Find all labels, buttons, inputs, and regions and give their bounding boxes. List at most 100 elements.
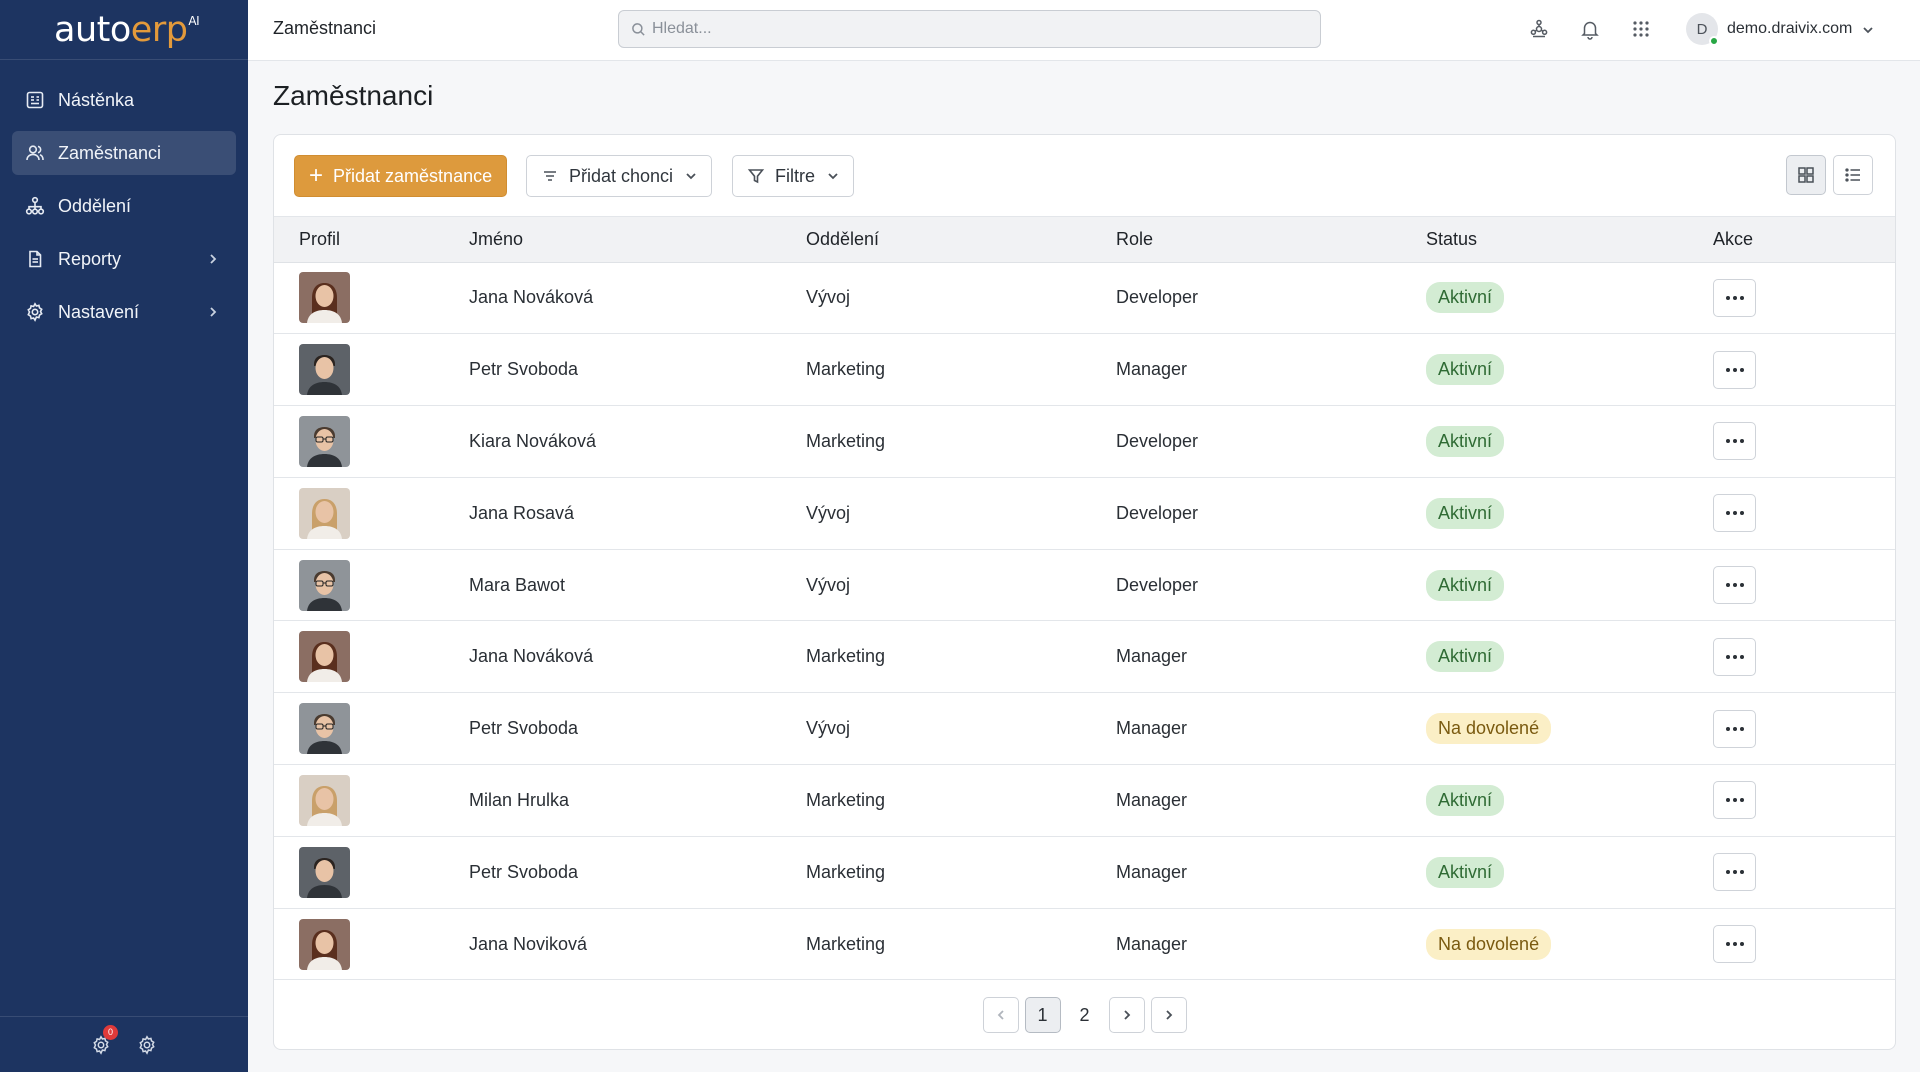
row-actions-button[interactable] (1713, 853, 1756, 892)
column-header-profile[interactable]: Profil (274, 217, 469, 262)
search-input[interactable] (652, 20, 1252, 38)
sidebar-item-label: Nástěnka (58, 89, 135, 110)
filter-button[interactable]: Filtre (732, 155, 854, 197)
table-body: Jana Nováková Vývoj Developer Aktivní Petr S… (274, 262, 1895, 980)
list-view-button[interactable] (1833, 155, 1873, 195)
sidebar: autoerpAI Nástěnka Zaměstnanci Oddělení … (0, 0, 248, 1072)
row-actions-button[interactable] (1713, 781, 1756, 820)
prev-page-button[interactable] (982, 997, 1019, 1033)
row-actions-button[interactable] (1713, 494, 1756, 533)
toolbar: + Přidat zaměstnance Přidat chonci Filtr… (274, 135, 1895, 217)
row-actions-button[interactable] (1713, 925, 1756, 964)
avatar[interactable] (299, 631, 350, 683)
status-badge: Aktivní (1426, 497, 1505, 529)
name-cell: Jana Nováková (469, 646, 594, 667)
settings-button[interactable] (135, 1033, 159, 1057)
avatar-initial: D (1696, 20, 1708, 38)
avatar[interactable] (299, 272, 350, 324)
sidebar-item-reports[interactable]: Reporty (12, 237, 236, 281)
sidebar-item-dashboard[interactable]: Nástěnka (12, 78, 236, 122)
avatar: D (1686, 13, 1719, 46)
online-status-dot (1709, 36, 1719, 46)
avatar[interactable] (299, 344, 350, 396)
apps-button[interactable] (1629, 17, 1653, 41)
avatar[interactable] (299, 703, 350, 755)
table-row[interactable]: Kiara Nováková Marketing Developer Aktivní (274, 406, 1895, 478)
status-cell: Aktivní (1426, 621, 1713, 693)
sort-button[interactable]: Přidat chonci (526, 155, 713, 197)
row-actions-button[interactable] (1713, 278, 1756, 317)
user-menu[interactable]: D demo.draivix.com (1686, 12, 1874, 46)
row-actions-button[interactable] (1713, 709, 1756, 748)
actions-cell (1713, 693, 1895, 765)
more-icon (1725, 726, 1744, 731)
sidebar-item-departments[interactable]: Oddělení (12, 184, 236, 228)
more-icon (1725, 439, 1744, 444)
more-icon (1725, 942, 1744, 947)
column-header-name[interactable]: Jméno (469, 217, 806, 262)
logo-text: autoerpAI (54, 10, 200, 50)
actions-cell (1713, 262, 1895, 334)
table-row[interactable]: Jana Noviková Marketing Manager Na dovolené (274, 908, 1895, 980)
role-cell: Manager (1116, 861, 1188, 882)
department-cell: Vývoj (806, 287, 851, 308)
apps-grid-icon (1633, 21, 1649, 37)
table-row[interactable]: Jana Nováková Marketing Manager Aktivní (274, 621, 1895, 693)
table-row[interactable]: Jana Rosavá Vývoj Developer Aktivní (274, 477, 1895, 550)
table-row[interactable]: Mara Bawot Vývoj Developer Aktivní (274, 549, 1895, 621)
next-page-button[interactable] (1108, 997, 1145, 1033)
page-button[interactable]: 2 (1066, 997, 1103, 1033)
table-row[interactable]: Petr Svoboda Marketing Manager Aktivní (274, 836, 1895, 909)
department-cell: Marketing (806, 646, 886, 667)
chevron-down-icon (827, 166, 839, 187)
row-actions-button[interactable] (1713, 566, 1756, 605)
column-header-department[interactable]: Oddělení (806, 217, 1116, 262)
avatar[interactable] (299, 559, 350, 611)
page-button[interactable]: 1 (1024, 997, 1061, 1033)
avatar[interactable] (299, 918, 350, 970)
column-header-role[interactable]: Role (1116, 217, 1426, 262)
avatar[interactable] (299, 415, 350, 467)
name-cell: Milan Hrulka (469, 789, 570, 810)
department-cell: Marketing (806, 430, 886, 451)
department-cell: Vývoj (806, 574, 851, 595)
filter-icon (747, 169, 765, 184)
sidebar-item-employees[interactable]: Zaměstnanci (12, 131, 236, 175)
header-title: Zaměstnanci (273, 18, 377, 38)
row-actions-button[interactable] (1713, 637, 1756, 676)
table-row[interactable]: Petr Svoboda Vývoj Manager Na dovolené (274, 693, 1895, 765)
sidebar-item-settings[interactable]: Nastavení (12, 290, 236, 334)
grid-view-button[interactable] (1786, 155, 1826, 195)
profile-cell (274, 262, 469, 334)
avatar[interactable] (299, 846, 350, 898)
notification-settings-button[interactable]: 0 (89, 1024, 118, 1057)
sidebar-nav: Nástěnka Zaměstnanci Oddělení Reporty Na… (0, 60, 248, 334)
avatar[interactable] (299, 774, 350, 826)
row-actions-button[interactable] (1713, 422, 1756, 461)
profile-cell (274, 908, 469, 980)
table-row[interactable]: Petr Svoboda Marketing Manager Aktivní (274, 334, 1895, 406)
gear-icon (24, 301, 46, 323)
avatar[interactable] (299, 487, 350, 539)
last-page-button[interactable] (1150, 997, 1187, 1033)
table-row[interactable]: Jana Nováková Vývoj Developer Aktivní (274, 262, 1895, 334)
column-header-status[interactable]: Status (1426, 217, 1713, 262)
column-header-actions: Akce (1713, 228, 1754, 249)
status-cell: Aktivní (1426, 765, 1713, 837)
ai-assistant-button[interactable] (1527, 17, 1551, 41)
search-box[interactable] (618, 10, 1321, 48)
logo[interactable]: autoerpAI (0, 0, 248, 60)
table-row[interactable]: Milan Hrulka Marketing Manager Aktivní (274, 765, 1895, 837)
add-employee-button[interactable]: + Přidat zaměstnance (294, 155, 508, 197)
department-cell: Vývoj (806, 502, 851, 523)
row-actions-button[interactable] (1713, 350, 1756, 389)
status-badge: Aktivní (1426, 569, 1505, 601)
actions-cell (1713, 621, 1895, 693)
profile-cell (274, 693, 469, 765)
grid-view-icon (1798, 167, 1814, 183)
name-cell: Kiara Nováková (469, 430, 597, 451)
more-icon (1725, 367, 1744, 372)
status-cell: Aktivní (1426, 406, 1713, 478)
sort-label: Přidat chonci (569, 165, 674, 186)
notifications-button[interactable] (1578, 17, 1602, 41)
